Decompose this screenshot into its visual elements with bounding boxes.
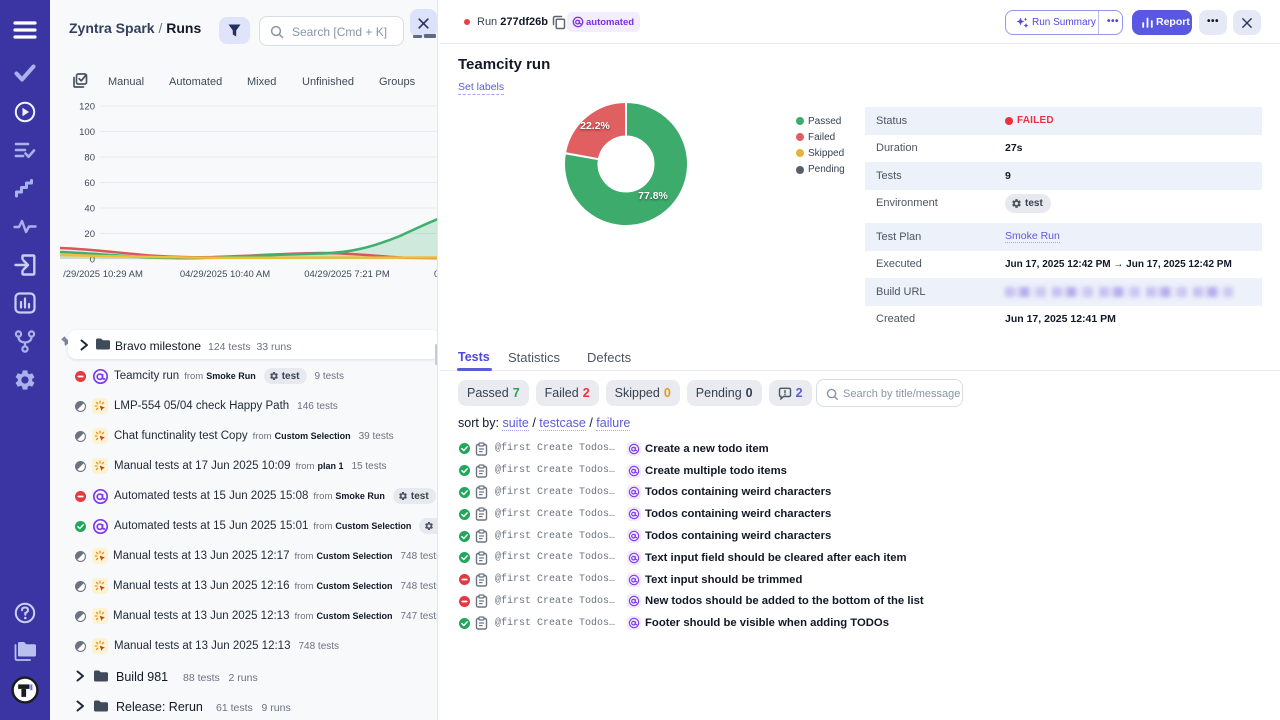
svg-text:/29/2025 10:29 AM: /29/2025 10:29 AM (63, 269, 143, 280)
svg-text:04/29/2025 10:40 AM: 04/29/2025 10:40 AM (180, 269, 270, 280)
svg-text:77.8%: 77.8% (638, 190, 668, 202)
svg-text:20: 20 (84, 229, 95, 240)
svg-text:80: 80 (84, 153, 95, 164)
svg-text:22.2%: 22.2% (580, 120, 610, 132)
svg-text:40: 40 (84, 204, 95, 215)
svg-text:04/29/2025 7:21 PM: 04/29/2025 7:21 PM (304, 269, 390, 280)
svg-text:04/29/2025: 04/29/2025 (434, 269, 438, 280)
svg-text:100: 100 (79, 127, 95, 138)
svg-text:120: 120 (79, 102, 95, 113)
svg-text:60: 60 (84, 178, 95, 189)
